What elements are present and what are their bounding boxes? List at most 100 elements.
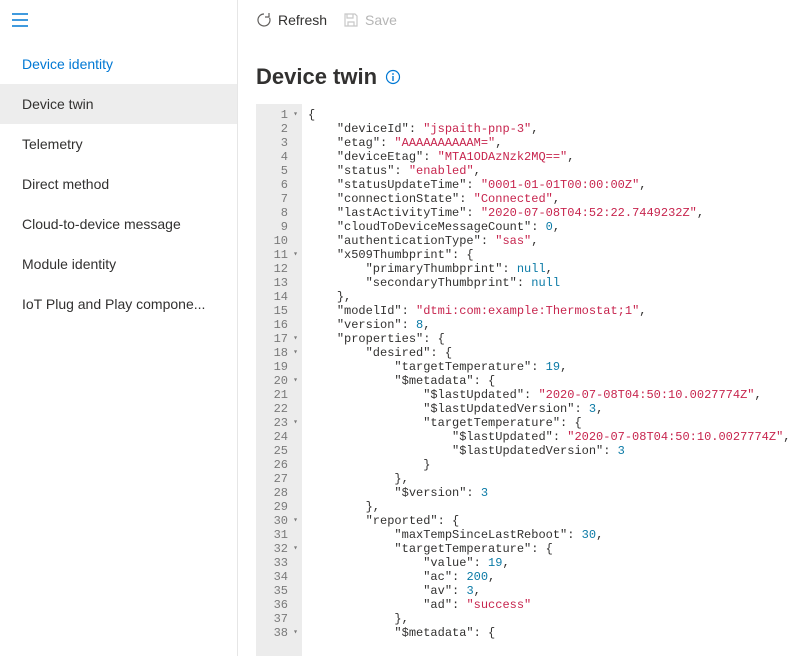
sidebar-item-device-identity[interactable]: Device identity	[0, 44, 237, 84]
code-line[interactable]: "primaryThumbprint": null,	[308, 262, 791, 276]
info-icon[interactable]	[385, 69, 401, 85]
line-number: 21	[266, 388, 298, 402]
title-row: Device twin	[238, 40, 802, 104]
line-number: 3	[266, 136, 298, 150]
fold-icon[interactable]: ▾	[290, 416, 298, 430]
line-number: 23▾	[266, 416, 298, 430]
line-number: 37	[266, 612, 298, 626]
code-line[interactable]: "authenticationType": "sas",	[308, 234, 791, 248]
line-number: 5	[266, 164, 298, 178]
code-line[interactable]: "$lastUpdatedVersion": 3,	[308, 402, 791, 416]
sidebar-item-iot-plug-and-play-compone[interactable]: IoT Plug and Play compone...	[0, 284, 237, 324]
save-label: Save	[365, 12, 397, 28]
fold-icon[interactable]: ▾	[290, 248, 298, 262]
refresh-icon	[256, 12, 272, 28]
code-line[interactable]: },	[308, 500, 791, 514]
line-number: 11▾	[266, 248, 298, 262]
code-line[interactable]: "statusUpdateTime": "0001-01-01T00:00:00…	[308, 178, 791, 192]
line-number: 22	[266, 402, 298, 416]
fold-icon[interactable]: ▾	[290, 346, 298, 360]
code-line[interactable]: {	[308, 108, 791, 122]
line-number: 32▾	[266, 542, 298, 556]
line-number: 25	[266, 444, 298, 458]
code-line[interactable]: "ad": "success"	[308, 598, 791, 612]
fold-icon[interactable]: ▾	[290, 374, 298, 388]
line-number: 38▾	[266, 626, 298, 640]
fold-icon[interactable]: ▾	[290, 626, 298, 640]
sidebar: Device identityDevice twinTelemetryDirec…	[0, 0, 238, 656]
code-line[interactable]: "lastActivityTime": "2020-07-08T04:52:22…	[308, 206, 791, 220]
line-number: 26	[266, 458, 298, 472]
fold-icon[interactable]: ▾	[290, 108, 298, 122]
line-number: 27	[266, 472, 298, 486]
line-number: 14	[266, 290, 298, 304]
code-line[interactable]: "$metadata": {	[308, 374, 791, 388]
code-line[interactable]: },	[308, 290, 791, 304]
code-line[interactable]: "desired": {	[308, 346, 791, 360]
hamburger-icon[interactable]	[0, 0, 40, 40]
line-number: 7	[266, 192, 298, 206]
sidebar-item-cloud-to-device-message[interactable]: Cloud-to-device message	[0, 204, 237, 244]
code-line[interactable]: "targetTemperature": 19,	[308, 360, 791, 374]
code-line[interactable]: "etag": "AAAAAAAAAAM=",	[308, 136, 791, 150]
editor-gutter: 1▾234567891011▾121314151617▾18▾1920▾2122…	[256, 104, 302, 656]
save-icon	[343, 12, 359, 28]
line-number: 10	[266, 234, 298, 248]
code-line[interactable]: "maxTempSinceLastReboot": 30,	[308, 528, 791, 542]
code-line[interactable]: "x509Thumbprint": {	[308, 248, 791, 262]
code-line[interactable]: "modelId": "dtmi:com:example:Thermostat;…	[308, 304, 791, 318]
code-line[interactable]: "targetTemperature": {	[308, 542, 791, 556]
code-line[interactable]: "value": 19,	[308, 556, 791, 570]
code-line[interactable]: "reported": {	[308, 514, 791, 528]
fold-icon[interactable]: ▾	[290, 332, 298, 346]
editor-code[interactable]: { "deviceId": "jspaith-pnp-3", "etag": "…	[302, 104, 791, 656]
code-line[interactable]: "status": "enabled",	[308, 164, 791, 178]
code-line[interactable]: "$lastUpdated": "2020-07-08T04:50:10.002…	[308, 388, 791, 402]
fold-icon[interactable]: ▾	[290, 542, 298, 556]
code-line[interactable]: },	[308, 472, 791, 486]
sidebar-item-direct-method[interactable]: Direct method	[0, 164, 237, 204]
code-line[interactable]: },	[308, 612, 791, 626]
line-number: 30▾	[266, 514, 298, 528]
code-line[interactable]: "cloudToDeviceMessageCount": 0,	[308, 220, 791, 234]
code-line[interactable]: "version": 8,	[308, 318, 791, 332]
line-number: 9	[266, 220, 298, 234]
code-line[interactable]: "av": 3,	[308, 584, 791, 598]
line-number: 8	[266, 206, 298, 220]
code-line[interactable]: "connectionState": "Connected",	[308, 192, 791, 206]
code-line[interactable]: }	[308, 458, 791, 472]
line-number: 17▾	[266, 332, 298, 346]
code-line[interactable]: "deviceEtag": "MTA1ODAzNzk2MQ==",	[308, 150, 791, 164]
code-line[interactable]: "properties": {	[308, 332, 791, 346]
sidebar-item-module-identity[interactable]: Module identity	[0, 244, 237, 284]
code-line[interactable]: "targetTemperature": {	[308, 416, 791, 430]
line-number: 16	[266, 318, 298, 332]
line-number: 6	[266, 178, 298, 192]
code-line[interactable]: "$version": 3	[308, 486, 791, 500]
line-number: 2	[266, 122, 298, 136]
line-number: 1▾	[266, 108, 298, 122]
code-line[interactable]: "$metadata": {	[308, 626, 791, 640]
main-pane: Refresh Save Device twin 1▾234567891011▾…	[238, 0, 802, 656]
sidebar-nav: Device identityDevice twinTelemetryDirec…	[0, 44, 237, 324]
line-number: 34	[266, 570, 298, 584]
sidebar-item-telemetry[interactable]: Telemetry	[0, 124, 237, 164]
line-number: 29	[266, 500, 298, 514]
line-number: 4	[266, 150, 298, 164]
line-number: 31	[266, 528, 298, 542]
line-number: 36	[266, 598, 298, 612]
line-number: 33	[266, 556, 298, 570]
json-editor[interactable]: 1▾234567891011▾121314151617▾18▾1920▾2122…	[238, 104, 802, 656]
line-number: 13	[266, 276, 298, 290]
save-button: Save	[343, 12, 397, 28]
sidebar-item-device-twin[interactable]: Device twin	[0, 84, 237, 124]
code-line[interactable]: "$lastUpdated": "2020-07-08T04:50:10.002…	[308, 430, 791, 444]
code-line[interactable]: "secondaryThumbprint": null	[308, 276, 791, 290]
code-line[interactable]: "deviceId": "jspaith-pnp-3",	[308, 122, 791, 136]
code-line[interactable]: "$lastUpdatedVersion": 3	[308, 444, 791, 458]
code-line[interactable]: "ac": 200,	[308, 570, 791, 584]
refresh-button[interactable]: Refresh	[256, 12, 327, 28]
fold-icon[interactable]: ▾	[290, 514, 298, 528]
toolbar: Refresh Save	[238, 0, 802, 40]
line-number: 12	[266, 262, 298, 276]
